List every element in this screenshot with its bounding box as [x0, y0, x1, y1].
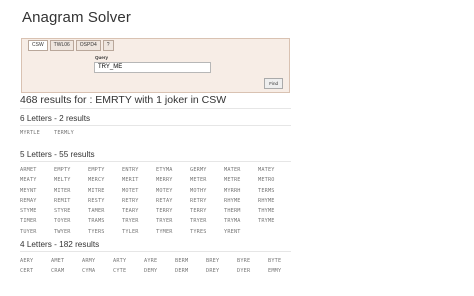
divider: [20, 125, 291, 126]
result-word[interactable]: ENTRY: [122, 165, 156, 175]
query-label: Query: [95, 55, 109, 60]
results-summary: 468 results for : EMRTY with 1 joker in …: [20, 94, 227, 106]
tab-help[interactable]: ?: [102, 40, 114, 51]
result-word[interactable]: DREY: [206, 266, 237, 276]
result-word[interactable]: MERCY: [88, 175, 122, 185]
result-word[interactable]: METER: [190, 175, 224, 185]
result-word[interactable]: DERM: [175, 266, 206, 276]
result-word[interactable]: TERMLY: [54, 128, 88, 138]
result-word[interactable]: TRAMS: [88, 216, 122, 226]
result-word[interactable]: THERM: [224, 206, 258, 216]
result-word[interactable]: CYTE: [113, 266, 144, 276]
result-word[interactable]: TIMER: [20, 216, 54, 226]
result-word[interactable]: MATER: [224, 165, 258, 175]
result-word[interactable]: BERM: [175, 256, 206, 266]
result-word[interactable]: TRYME: [258, 216, 292, 226]
result-word[interactable]: REMIT: [54, 196, 88, 206]
result-word[interactable]: MEYNT: [20, 186, 54, 196]
result-word[interactable]: EMPTY: [54, 165, 88, 175]
result-word[interactable]: CYMA: [82, 266, 113, 276]
result-word[interactable]: RETRY: [190, 196, 224, 206]
result-word[interactable]: TYRES: [190, 227, 224, 237]
result-word[interactable]: RHYME: [258, 196, 292, 206]
result-word[interactable]: BYTE: [268, 256, 299, 266]
result-word[interactable]: MOTET: [122, 186, 156, 196]
result-word[interactable]: MEATY: [20, 175, 54, 185]
result-word[interactable]: AMET: [51, 256, 82, 266]
result-word[interactable]: TYLER: [122, 227, 156, 237]
result-word[interactable]: RETAY: [156, 196, 190, 206]
find-button[interactable]: Find: [264, 78, 283, 89]
query-input[interactable]: TRY_ME: [94, 62, 211, 73]
result-word[interactable]: MATEY: [258, 165, 292, 175]
result-word[interactable]: STYME: [20, 206, 54, 216]
result-word[interactable]: RHYME: [224, 196, 258, 206]
result-word[interactable]: YRENT: [224, 227, 258, 237]
tab-csw[interactable]: CSW: [28, 40, 48, 51]
result-word[interactable]: MELTY: [54, 175, 88, 185]
dictionary-tabs: CSW TWL06 OSPD4 ?: [28, 40, 114, 51]
result-word[interactable]: DYER: [237, 266, 268, 276]
result-word[interactable]: ARTY: [113, 256, 144, 266]
result-word[interactable]: TOYER: [54, 216, 88, 226]
result-word[interactable]: MYRRH: [224, 186, 258, 196]
result-word[interactable]: METRE: [224, 175, 258, 185]
divider: [20, 161, 291, 162]
word-grid-6-letters: MYRTLE TERMLY: [20, 128, 292, 138]
result-word[interactable]: REMAY: [20, 196, 54, 206]
result-word[interactable]: RETRY: [122, 196, 156, 206]
result-word[interactable]: MOTHY: [190, 186, 224, 196]
result-word[interactable]: EMPTY: [88, 165, 122, 175]
result-word[interactable]: TRYER: [156, 216, 190, 226]
tab-ospd4[interactable]: OSPD4: [75, 40, 101, 51]
word-grid-4-letters: AERY AMET ARMY ARTY AYRE BERM BREY BYRE BYTE CERT…: [20, 256, 299, 277]
word-grid-5-letters: ARMET EMPTY EMPTY ENTRY ETYMA GERMY MATER MATEY…: [20, 165, 292, 237]
result-word[interactable]: MITER: [54, 186, 88, 196]
result-word[interactable]: DEMY: [144, 266, 175, 276]
result-word[interactable]: MERRY: [156, 175, 190, 185]
result-word[interactable]: TRYMA: [224, 216, 258, 226]
result-word[interactable]: TERRY: [190, 206, 224, 216]
result-word[interactable]: MOTEY: [156, 186, 190, 196]
app-title: Anagram Solver: [22, 9, 131, 26]
section-heading-4-letters: 4 Letters - 182 results: [20, 240, 100, 249]
result-word[interactable]: TAMER: [88, 206, 122, 216]
result-word[interactable]: METRO: [258, 175, 292, 185]
result-word[interactable]: TYMER: [156, 227, 190, 237]
result-word[interactable]: EMMY: [268, 266, 299, 276]
section-heading-6-letters: 6 Letters - 2 results: [20, 114, 91, 123]
result-word[interactable]: CERT: [20, 266, 51, 276]
result-word[interactable]: AERY: [20, 256, 51, 266]
result-word[interactable]: TRYER: [122, 216, 156, 226]
result-word[interactable]: MYRTLE: [20, 128, 54, 138]
result-word[interactable]: GERMY: [190, 165, 224, 175]
result-word[interactable]: TERMS: [258, 186, 292, 196]
result-word[interactable]: ETYMA: [156, 165, 190, 175]
result-word[interactable]: STYRE: [54, 206, 88, 216]
divider: [20, 251, 291, 252]
result-word[interactable]: BYRE: [237, 256, 268, 266]
search-panel: CSW TWL06 OSPD4 ? Query TRY_ME Find: [21, 38, 290, 93]
result-word[interactable]: RESTY: [88, 196, 122, 206]
result-word[interactable]: ARMY: [82, 256, 113, 266]
result-word[interactable]: AYRE: [144, 256, 175, 266]
result-word[interactable]: MITRE: [88, 186, 122, 196]
result-word[interactable]: TWYER: [54, 227, 88, 237]
result-word[interactable]: MERIT: [122, 175, 156, 185]
result-word[interactable]: ARMET: [20, 165, 54, 175]
result-word[interactable]: THYME: [258, 206, 292, 216]
result-word[interactable]: TERRY: [156, 206, 190, 216]
result-word[interactable]: CRAM: [51, 266, 82, 276]
divider: [20, 108, 291, 109]
result-word[interactable]: TEARY: [122, 206, 156, 216]
result-word[interactable]: TUYER: [20, 227, 54, 237]
section-heading-5-letters: 5 Letters - 55 results: [20, 150, 95, 159]
tab-twl06[interactable]: TWL06: [49, 40, 74, 51]
result-word[interactable]: TRYER: [190, 216, 224, 226]
result-word[interactable]: BREY: [206, 256, 237, 266]
result-word[interactable]: TYERS: [88, 227, 122, 237]
